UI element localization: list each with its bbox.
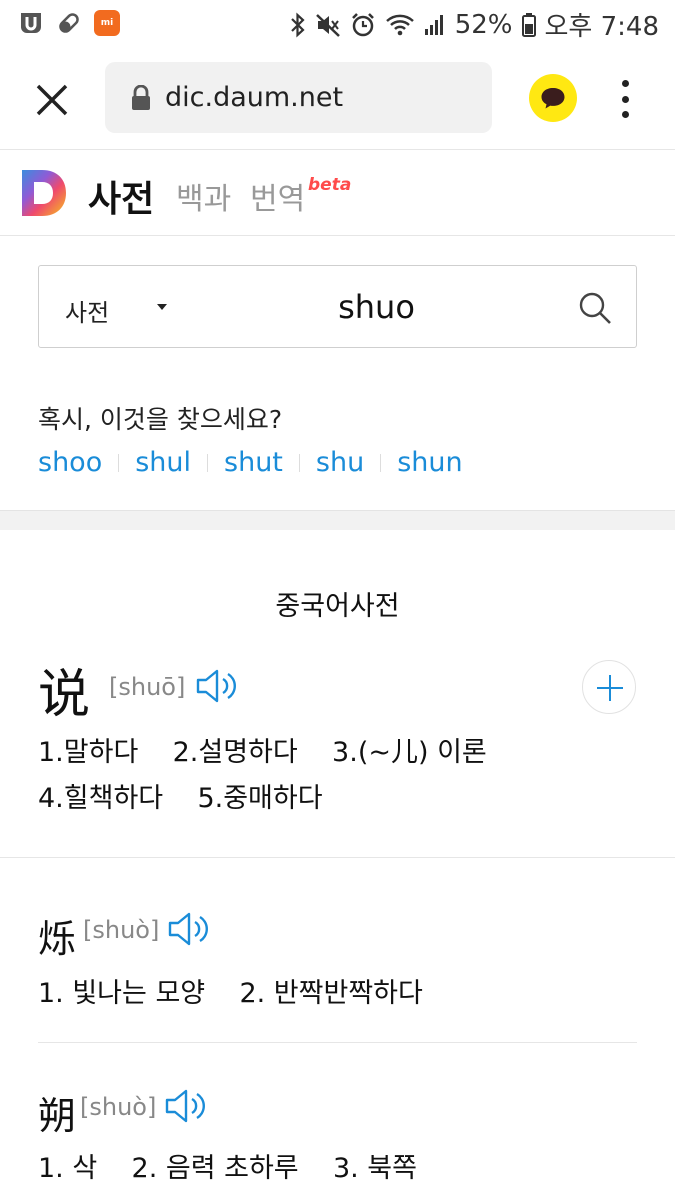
alarm-icon bbox=[351, 12, 374, 36]
entry-headword[interactable]: 说 bbox=[38, 652, 90, 727]
separator bbox=[207, 453, 209, 472]
notification-u-icon bbox=[18, 10, 44, 36]
more-vert-icon bbox=[621, 80, 629, 87]
entry-pinyin: [shuō] bbox=[109, 673, 186, 701]
entry-meaning: 1.말하다 2.설명하다 3.(~儿) 이론 bbox=[38, 737, 487, 768]
suggestion-question: 혹시, 이것을 찾으세요? bbox=[38, 405, 283, 434]
beta-badge: beta bbox=[308, 175, 352, 195]
speaker-icon[interactable] bbox=[165, 1088, 209, 1124]
speaker-icon[interactable] bbox=[196, 668, 240, 704]
divider bbox=[0, 857, 675, 858]
entry-headword[interactable]: 朔 bbox=[38, 1085, 76, 1140]
daum-logo-icon[interactable] bbox=[22, 170, 66, 216]
close-tab-button[interactable] bbox=[32, 80, 72, 120]
entry-meaning: 1. 빛나는 모양 2. 반짝반짝하다 bbox=[38, 978, 423, 1009]
pill-icon bbox=[56, 10, 82, 36]
entry-pinyin: [shuò] bbox=[83, 916, 160, 944]
entry-headword[interactable]: 烁 bbox=[38, 908, 76, 963]
battery-percent: 52% bbox=[454, 9, 513, 40]
nav-translate[interactable]: 번역 bbox=[250, 174, 305, 218]
suggestion-link[interactable]: shoo bbox=[38, 447, 102, 478]
signal-icon bbox=[424, 14, 443, 35]
dictionary-header: 사전 백과 번역 beta bbox=[0, 150, 675, 236]
section-title[interactable]: 중국어사전 bbox=[259, 584, 416, 623]
nav-dictionary[interactable]: 사전 bbox=[88, 170, 154, 222]
entry-meaning: 1. 삭 2. 음력 초하루 3. 북쪽 bbox=[38, 1153, 417, 1184]
suggestion-link[interactable]: shul bbox=[135, 447, 191, 478]
status-time: 오후 7:48 bbox=[544, 12, 660, 42]
status-bar-left: mi bbox=[18, 10, 120, 36]
separator bbox=[118, 453, 120, 472]
browser-toolbar: dic.daum.net bbox=[0, 46, 675, 150]
close-icon bbox=[36, 84, 68, 116]
entry-pinyin: [shuò] bbox=[80, 1093, 157, 1121]
url-text: dic.daum.net bbox=[165, 82, 344, 113]
status-bar-right: 52% 오후 7:48 bbox=[290, 6, 659, 43]
search-category-select[interactable]: 사전 bbox=[65, 293, 109, 328]
chat-bubble-icon bbox=[541, 88, 565, 109]
separator bbox=[298, 453, 300, 472]
battery-icon bbox=[521, 12, 536, 37]
bluetooth-icon bbox=[290, 12, 305, 37]
more-options-button[interactable] bbox=[610, 76, 640, 122]
kakao-talk-button[interactable] bbox=[529, 74, 577, 122]
add-to-wordbook-button[interactable] bbox=[582, 660, 636, 714]
status-bar: mi 52% 오후 7:48 bbox=[0, 0, 675, 46]
section-spacer bbox=[0, 510, 675, 530]
search-icon[interactable] bbox=[577, 290, 613, 326]
separator bbox=[380, 453, 382, 472]
wifi-icon bbox=[385, 14, 414, 35]
mute-icon bbox=[315, 13, 340, 37]
speaker-icon[interactable] bbox=[168, 911, 212, 947]
mi-app-icon: mi bbox=[94, 10, 120, 36]
search-box: 사전 bbox=[38, 265, 637, 348]
suggestion-link[interactable]: shut bbox=[224, 447, 283, 478]
suggestion-link[interactable]: shun bbox=[397, 447, 462, 478]
suggestion-list: shoo shul shut shu shun bbox=[38, 447, 463, 478]
url-bar[interactable]: dic.daum.net bbox=[105, 62, 492, 133]
entry-meaning: 4.힐책하다 5.중매하다 bbox=[38, 783, 323, 814]
search-input[interactable] bbox=[199, 284, 554, 330]
lock-icon bbox=[132, 84, 150, 110]
caret-down-icon bbox=[157, 304, 167, 310]
nav-encyclopedia[interactable]: 백과 bbox=[176, 174, 231, 218]
section-header: 중국어사전 bbox=[0, 584, 675, 623]
suggestion-link[interactable]: shu bbox=[316, 447, 364, 478]
divider bbox=[38, 1042, 637, 1043]
